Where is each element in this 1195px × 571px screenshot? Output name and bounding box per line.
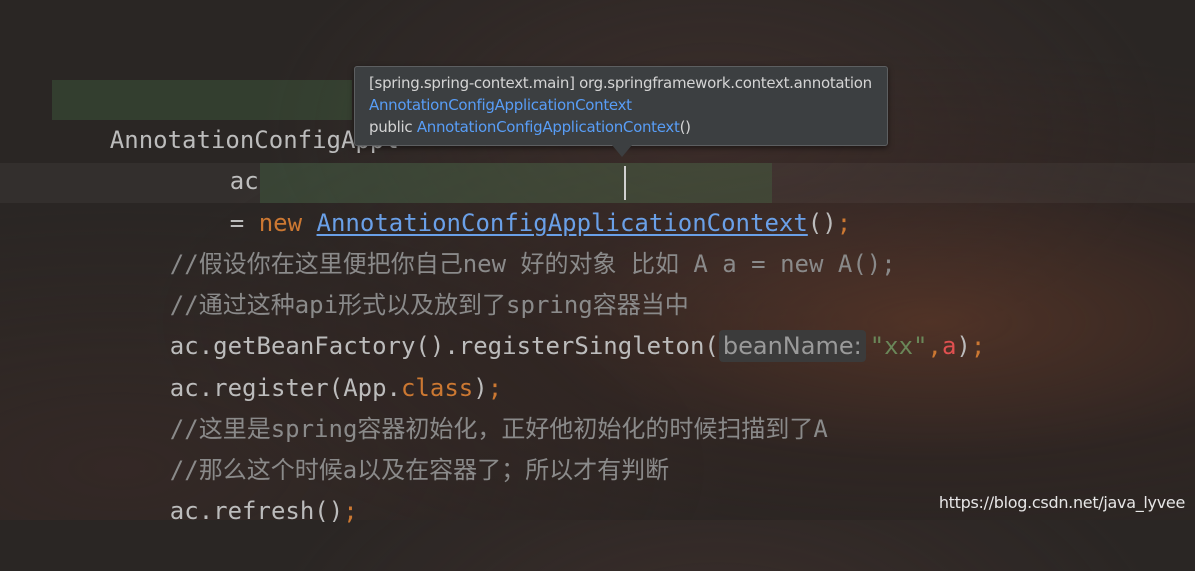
close-paren: ): [956, 332, 971, 360]
code-line-5[interactable]: //通过这种api形式以及放到了spring容器当中: [112, 245, 689, 319]
tooltip-class-link[interactable]: AnnotationConfigApplicationContext: [369, 96, 632, 114]
code-line-4[interactable]: //假设你在这里便把你自己new 好的对象 比如 A a = new A();: [112, 204, 896, 278]
semicolon: ;: [970, 332, 986, 360]
parameter-hint: beanName:: [718, 330, 866, 362]
method-call[interactable]: ac.refresh(): [170, 497, 343, 525]
semicolon: ;: [343, 497, 358, 525]
tooltip-constructor-link[interactable]: AnnotationConfigApplicationContext: [417, 118, 680, 136]
code-line-3[interactable]: = new AnnotationConfigApplicationContext…: [172, 163, 851, 237]
tooltip-module-line: [spring.spring-context.main] org.springf…: [369, 74, 872, 92]
string-literal: "xx": [869, 332, 928, 360]
tooltip-pointer: [612, 145, 632, 157]
code-line-7[interactable]: ac.register(App.class);: [112, 328, 502, 402]
tooltip-parens: (): [679, 118, 691, 136]
code-line-2[interactable]: ac: [172, 121, 259, 195]
code-line-6[interactable]: ac.getBeanFactory().registerSingleton(be…: [112, 286, 985, 362]
code-line-9[interactable]: //那么这个时候a以及在容器了；所以才有判断: [112, 410, 669, 484]
comma: ,: [927, 332, 942, 360]
code-line-1[interactable]: AnnotationConfigAppl: [52, 80, 399, 154]
tooltip-modifier: public: [369, 118, 413, 136]
code-line-8[interactable]: //这里是spring容器初始化，正好他初始化的时候扫描到了A: [112, 369, 828, 443]
code-line-10[interactable]: ac.refresh();: [112, 451, 358, 525]
watermark-url: https://blog.csdn.net/java_lyvee: [938, 493, 1185, 512]
quick-doc-tooltip: [spring.spring-context.main] org.springf…: [354, 66, 888, 146]
text-caret: [624, 166, 626, 200]
argument-variable[interactable]: a: [942, 332, 956, 360]
